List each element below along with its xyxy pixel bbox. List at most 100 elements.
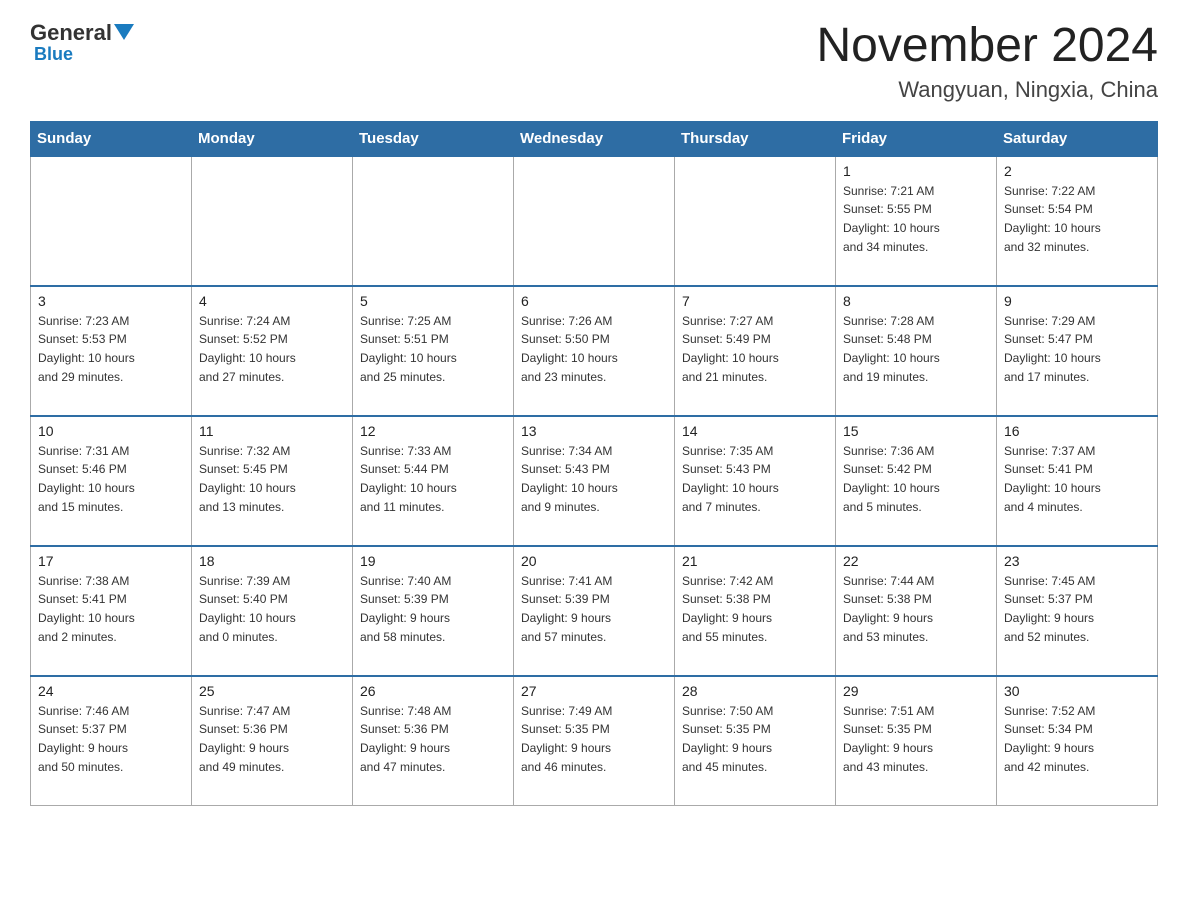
calendar-cell	[31, 156, 192, 286]
day-number: 29	[843, 683, 989, 699]
calendar-cell: 12 Sunrise: 7:33 AM Sunset: 5:44 PM Dayli…	[353, 416, 514, 546]
calendar-cell: 10Sunrise: 7:31 AM Sunset: 5:46 PM Dayli…	[31, 416, 192, 546]
day-info: Sunrise: 7:49 AM Sunset: 5:35 PM Dayligh…	[521, 702, 667, 776]
weekday-header-friday: Friday	[836, 121, 997, 156]
day-number: 17	[38, 553, 184, 569]
weekday-header-thursday: Thursday	[675, 121, 836, 156]
calendar-cell: 26 Sunrise: 7:48 AM Sunset: 5:36 PM Dayli…	[353, 676, 514, 806]
weekday-header-wednesday: Wednesday	[514, 121, 675, 156]
day-number: 4	[199, 293, 345, 309]
calendar-subtitle: Wangyuan, Ningxia, China	[816, 77, 1158, 103]
calendar-week-row: 1 Sunrise: 7:21 AM Sunset: 5:55 PM Daylig…	[31, 156, 1158, 286]
calendar-cell: 2 Sunrise: 7:22 AM Sunset: 5:54 PM Daylig…	[997, 156, 1158, 286]
logo-blue-text: Blue	[30, 44, 73, 65]
calendar-cell: 1 Sunrise: 7:21 AM Sunset: 5:55 PM Daylig…	[836, 156, 997, 286]
calendar-week-row: 24 Sunrise: 7:46 AM Sunset: 5:37 PM Dayli…	[31, 676, 1158, 806]
day-number: 19	[360, 553, 506, 569]
weekday-header-saturday: Saturday	[997, 121, 1158, 156]
day-info: Sunrise: 7:24 AM Sunset: 5:52 PM Dayligh…	[199, 312, 345, 386]
calendar-cell: 25Sunrise: 7:47 AM Sunset: 5:36 PM Dayli…	[192, 676, 353, 806]
title-block: November 2024 Wangyuan, Ningxia, China	[816, 20, 1158, 103]
day-info: Sunrise: 7:45 AM Sunset: 5:37 PM Dayligh…	[1004, 572, 1150, 646]
calendar-cell	[192, 156, 353, 286]
calendar-cell: 21Sunrise: 7:42 AM Sunset: 5:38 PM Dayli…	[675, 546, 836, 676]
calendar-cell: 5Sunrise: 7:25 AM Sunset: 5:51 PM Daylig…	[353, 286, 514, 416]
day-number: 28	[682, 683, 828, 699]
calendar-cell: 22 Sunrise: 7:44 AM Sunset: 5:38 PM Dayli…	[836, 546, 997, 676]
day-number: 12	[360, 423, 506, 439]
calendar-cell: 7 Sunrise: 7:27 AM Sunset: 5:49 PM Daylig…	[675, 286, 836, 416]
calendar-cell: 15 Sunrise: 7:36 AM Sunset: 5:42 PM Dayli…	[836, 416, 997, 546]
day-number: 6	[521, 293, 667, 309]
day-info: Sunrise: 7:32 AM Sunset: 5:45 PM Dayligh…	[199, 442, 345, 516]
day-number: 22	[843, 553, 989, 569]
day-info: Sunrise: 7:36 AM Sunset: 5:42 PM Dayligh…	[843, 442, 989, 516]
calendar-cell: 18 Sunrise: 7:39 AM Sunset: 5:40 PM Dayli…	[192, 546, 353, 676]
day-info: Sunrise: 7:40 AM Sunset: 5:39 PM Dayligh…	[360, 572, 506, 646]
calendar-week-row: 17Sunrise: 7:38 AM Sunset: 5:41 PM Dayli…	[31, 546, 1158, 676]
weekday-header-monday: Monday	[192, 121, 353, 156]
calendar-page: General Blue November 2024 Wangyuan, Nin…	[0, 0, 1188, 918]
day-number: 11	[199, 423, 345, 439]
calendar-title: November 2024	[816, 20, 1158, 73]
day-number: 9	[1004, 293, 1150, 309]
day-number: 23	[1004, 553, 1150, 569]
logo-triangle-icon	[114, 24, 134, 40]
day-number: 20	[521, 553, 667, 569]
day-info: Sunrise: 7:35 AM Sunset: 5:43 PM Dayligh…	[682, 442, 828, 516]
calendar-cell: 27 Sunrise: 7:49 AM Sunset: 5:35 PM Dayli…	[514, 676, 675, 806]
calendar-cell: 17Sunrise: 7:38 AM Sunset: 5:41 PM Dayli…	[31, 546, 192, 676]
calendar-cell: 6 Sunrise: 7:26 AM Sunset: 5:50 PM Daylig…	[514, 286, 675, 416]
day-number: 26	[360, 683, 506, 699]
day-info: Sunrise: 7:27 AM Sunset: 5:49 PM Dayligh…	[682, 312, 828, 386]
day-number: 1	[843, 163, 989, 179]
day-number: 8	[843, 293, 989, 309]
calendar-cell: 30Sunrise: 7:52 AM Sunset: 5:34 PM Dayli…	[997, 676, 1158, 806]
calendar-table: SundayMondayTuesdayWednesdayThursdayFrid…	[30, 121, 1158, 807]
day-number: 18	[199, 553, 345, 569]
calendar-cell: 19 Sunrise: 7:40 AM Sunset: 5:39 PM Dayli…	[353, 546, 514, 676]
calendar-cell: 4 Sunrise: 7:24 AM Sunset: 5:52 PM Daylig…	[192, 286, 353, 416]
day-number: 24	[38, 683, 184, 699]
day-info: Sunrise: 7:44 AM Sunset: 5:38 PM Dayligh…	[843, 572, 989, 646]
day-info: Sunrise: 7:41 AM Sunset: 5:39 PM Dayligh…	[521, 572, 667, 646]
day-number: 2	[1004, 163, 1150, 179]
day-info: Sunrise: 7:26 AM Sunset: 5:50 PM Dayligh…	[521, 312, 667, 386]
day-info: Sunrise: 7:39 AM Sunset: 5:40 PM Dayligh…	[199, 572, 345, 646]
calendar-cell: 23 Sunrise: 7:45 AM Sunset: 5:37 PM Dayli…	[997, 546, 1158, 676]
calendar-cell: 29Sunrise: 7:51 AM Sunset: 5:35 PM Dayli…	[836, 676, 997, 806]
day-info: Sunrise: 7:25 AM Sunset: 5:51 PM Dayligh…	[360, 312, 506, 386]
calendar-cell: 14 Sunrise: 7:35 AM Sunset: 5:43 PM Dayli…	[675, 416, 836, 546]
calendar-cell: 11 Sunrise: 7:32 AM Sunset: 5:45 PM Dayli…	[192, 416, 353, 546]
day-number: 16	[1004, 423, 1150, 439]
day-number: 7	[682, 293, 828, 309]
day-number: 10	[38, 423, 184, 439]
logo-general-text: General	[30, 20, 112, 46]
calendar-cell: 13Sunrise: 7:34 AM Sunset: 5:43 PM Dayli…	[514, 416, 675, 546]
day-info: Sunrise: 7:23 AM Sunset: 5:53 PM Dayligh…	[38, 312, 184, 386]
day-info: Sunrise: 7:28 AM Sunset: 5:48 PM Dayligh…	[843, 312, 989, 386]
calendar-cell: 3 Sunrise: 7:23 AM Sunset: 5:53 PM Daylig…	[31, 286, 192, 416]
day-info: Sunrise: 7:29 AM Sunset: 5:47 PM Dayligh…	[1004, 312, 1150, 386]
day-number: 14	[682, 423, 828, 439]
day-info: Sunrise: 7:37 AM Sunset: 5:41 PM Dayligh…	[1004, 442, 1150, 516]
weekday-header-sunday: Sunday	[31, 121, 192, 156]
header: General Blue November 2024 Wangyuan, Nin…	[30, 20, 1158, 103]
day-info: Sunrise: 7:22 AM Sunset: 5:54 PM Dayligh…	[1004, 182, 1150, 256]
logo-text: General	[30, 20, 134, 46]
calendar-cell	[353, 156, 514, 286]
day-number: 27	[521, 683, 667, 699]
day-number: 15	[843, 423, 989, 439]
calendar-cell: 9 Sunrise: 7:29 AM Sunset: 5:47 PM Daylig…	[997, 286, 1158, 416]
calendar-cell: 28Sunrise: 7:50 AM Sunset: 5:35 PM Dayli…	[675, 676, 836, 806]
day-info: Sunrise: 7:34 AM Sunset: 5:43 PM Dayligh…	[521, 442, 667, 516]
day-info: Sunrise: 7:48 AM Sunset: 5:36 PM Dayligh…	[360, 702, 506, 776]
calendar-cell: 16 Sunrise: 7:37 AM Sunset: 5:41 PM Dayli…	[997, 416, 1158, 546]
day-number: 3	[38, 293, 184, 309]
day-info: Sunrise: 7:42 AM Sunset: 5:38 PM Dayligh…	[682, 572, 828, 646]
day-number: 25	[199, 683, 345, 699]
day-info: Sunrise: 7:21 AM Sunset: 5:55 PM Dayligh…	[843, 182, 989, 256]
day-info: Sunrise: 7:33 AM Sunset: 5:44 PM Dayligh…	[360, 442, 506, 516]
weekday-header-row: SundayMondayTuesdayWednesdayThursdayFrid…	[31, 121, 1158, 156]
day-info: Sunrise: 7:46 AM Sunset: 5:37 PM Dayligh…	[38, 702, 184, 776]
